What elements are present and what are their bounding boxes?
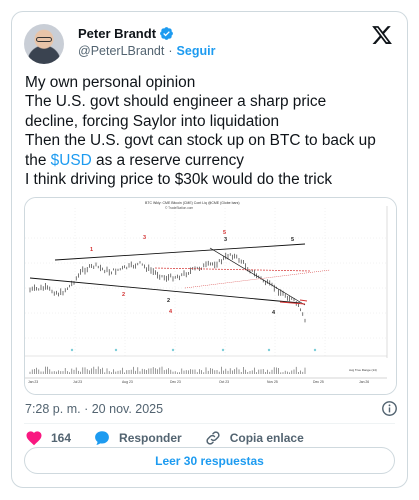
- x-logo-icon[interactable]: [371, 24, 393, 46]
- avatar[interactable]: [24, 24, 64, 64]
- tweet-line-3: decline, forcing Saylor into liquidation: [25, 112, 280, 130]
- follow-button[interactable]: Seguir: [177, 44, 216, 58]
- tweet-date: 20 nov. 2025: [91, 402, 164, 416]
- author-name-row: Peter Brandt: [78, 26, 174, 41]
- read-replies-button[interactable]: Leer 30 respuestas: [24, 447, 395, 474]
- reply-label: Responder: [119, 431, 182, 445]
- x-tick-1: Jul 23: [73, 380, 82, 384]
- like-count: 164: [51, 431, 72, 445]
- author-handle-row: @PeterLBrandt · Seguir: [78, 44, 215, 58]
- x-tick-6: Dec 25: [313, 380, 324, 384]
- timestamp-separator: ·: [84, 402, 89, 416]
- chart-header: BTC Wkly: CME Bitcoin (CME) Cont Liq @CM…: [145, 201, 240, 205]
- tweet-line-6: I think driving price to $30k would do t…: [25, 171, 333, 189]
- like-button[interactable]: 164: [25, 429, 71, 447]
- tweet-timestamp[interactable]: 7:28 p. m. · 20 nov. 2025: [25, 402, 163, 416]
- avatar-glasses: [36, 37, 52, 42]
- x-tick-3: Dec 23: [170, 380, 181, 384]
- btc-chart-svg: BTC Wkly: CME Bitcoin (CME) Cont Liq @CM…: [25, 198, 396, 394]
- wave-label-red-1: 1: [90, 247, 93, 253]
- x-tick-4: Oct 23: [219, 380, 229, 384]
- tweet-text: My own personal opinion The U.S. govt sh…: [25, 73, 405, 189]
- tweet-line-5: the $USD as a reserve currency: [25, 151, 405, 170]
- volume-label: Avg True Range (14): [349, 368, 377, 372]
- cashtag-link[interactable]: $USD: [51, 152, 92, 169]
- wave-label-red-2: 2: [122, 292, 125, 298]
- link-icon: [206, 431, 220, 445]
- verified-badge-icon: [160, 27, 173, 40]
- tweet-line-2: The U.S. govt should engineer a sharp pr…: [25, 93, 327, 111]
- x-tick-2: Aug 23: [122, 380, 133, 384]
- heart-icon: [26, 431, 42, 446]
- tweet-line-4: Then the U.S. govt can stock up on BTC t…: [25, 132, 376, 150]
- tweet-line-5-pre: the: [25, 151, 51, 169]
- x-tick-7: Jan 26: [359, 380, 369, 384]
- wave-label-red-3: 3: [143, 235, 146, 241]
- wave-label-black-3: 3: [224, 237, 227, 243]
- author-name[interactable]: Peter Brandt: [78, 26, 156, 41]
- tweet-line-5-post: as a reserve currency: [91, 151, 244, 169]
- copy-link-label: Copia enlace: [229, 431, 304, 445]
- chart-subheader: © TradeStation.com: [165, 206, 194, 210]
- reply-button[interactable]: Responder: [93, 429, 182, 447]
- info-icon[interactable]: [381, 400, 398, 417]
- tweet-card: Peter Brandt @PeterLBrandt · Seguir My o…: [11, 11, 408, 488]
- reply-bubble-icon: [95, 431, 109, 445]
- wave-label-red-5: 5: [223, 230, 226, 236]
- author-handle[interactable]: @PeterLBrandt: [78, 44, 164, 58]
- tweet-line-1: My own personal opinion: [25, 74, 196, 91]
- media-chart-image[interactable]: BTC Wkly: CME Bitcoin (CME) Cont Liq @CM…: [24, 197, 397, 395]
- x-tick-5: Nov 25: [267, 380, 278, 384]
- tweet-time: 7:28 p. m.: [25, 402, 81, 416]
- tweet-header: Peter Brandt @PeterLBrandt · Seguir: [24, 24, 395, 64]
- handle-separator: ·: [168, 44, 173, 58]
- x-tick-0: Jan 23: [28, 380, 38, 384]
- wave-label-black-5: 5: [291, 237, 294, 243]
- copy-link-button[interactable]: Copia enlace: [204, 429, 304, 447]
- wave-label-black-2: 2: [167, 298, 170, 304]
